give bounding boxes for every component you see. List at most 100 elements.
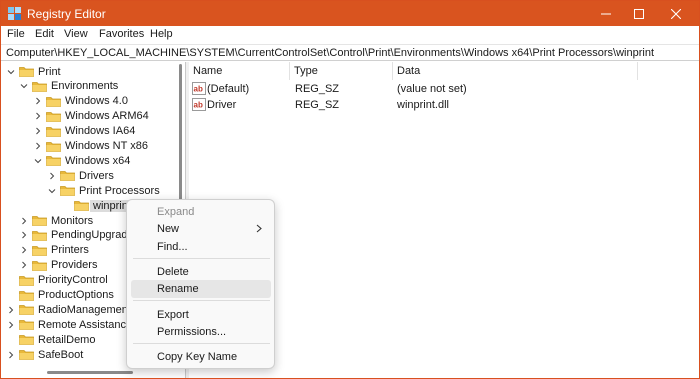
chevron-right-icon[interactable] <box>19 245 29 255</box>
chevron-down-icon[interactable] <box>19 81 29 91</box>
folder-icon <box>32 260 47 271</box>
chevron-right-icon[interactable] <box>33 111 43 121</box>
tree-item[interactable]: Monitors <box>19 213 93 228</box>
menu-item-label: New <box>157 223 180 235</box>
tree-item[interactable]: Providers <box>19 258 97 273</box>
tree-item[interactable]: Windows IA64 <box>33 124 135 139</box>
folder-icon <box>60 186 75 197</box>
column-type[interactable]: Type <box>290 62 393 80</box>
menu-bar: File Edit View Favorites Help <box>1 26 699 44</box>
tree-item[interactable]: Printers <box>19 243 89 258</box>
chevron-right-icon[interactable] <box>6 305 16 315</box>
value-data: winprint.dll <box>397 99 449 111</box>
folder-icon <box>19 67 34 77</box>
tree-item[interactable]: Remote Assistance <box>6 317 132 332</box>
tree-item-label: PriorityControl <box>38 274 108 287</box>
chevron-right-icon[interactable] <box>6 350 16 360</box>
tree-item[interactable]: RetailDemo <box>6 332 95 347</box>
menu-edit[interactable]: Edit <box>35 28 54 40</box>
list-row[interactable]: ab (Default) REG_SZ (value not set) <box>189 81 639 97</box>
menu-help[interactable]: Help <box>150 28 173 40</box>
chevron-down-icon[interactable] <box>6 67 16 77</box>
menu-item-rename[interactable]: Rename <box>131 280 271 298</box>
tree-item[interactable]: SafeBoot <box>6 347 83 362</box>
tree-item[interactable]: Windows 4.0 <box>33 94 128 109</box>
folder-icon <box>32 81 47 92</box>
tree-item-label: SafeBoot <box>38 348 84 361</box>
tree-item[interactable]: Environments <box>19 79 118 94</box>
address-path[interactable]: Computer\HKEY_LOCAL_MACHINE\SYSTEM\Curre… <box>6 47 654 59</box>
chevron-right-icon[interactable] <box>6 320 16 330</box>
folder-icon <box>46 141 61 152</box>
menu-separator <box>133 258 270 259</box>
chevron-right-icon[interactable] <box>19 230 29 240</box>
close-button[interactable] <box>653 1 699 26</box>
tree-item[interactable]: ProductOptions <box>6 288 114 303</box>
string-value-icon: ab <box>192 82 206 95</box>
menu-item-delete[interactable]: Delete <box>131 263 271 281</box>
menu-item-label: Expand <box>157 206 195 218</box>
tree-item-label: Windows ARM64 <box>65 110 149 123</box>
menu-item-copy-key-name[interactable]: Copy Key Name <box>131 348 271 366</box>
title-bar[interactable]: Registry Editor <box>1 1 699 26</box>
list-row[interactable]: ab Driver REG_SZ winprint.dll <box>189 97 639 113</box>
folder-icon <box>19 275 34 286</box>
registry-editor-icon <box>8 7 21 20</box>
folder-icon <box>46 96 61 107</box>
chevron-right-icon[interactable] <box>33 141 43 151</box>
menu-file[interactable]: File <box>7 28 25 40</box>
menu-item-label: Rename <box>157 283 199 295</box>
tree-item[interactable]: winprint <box>61 198 134 213</box>
column-data[interactable]: Data <box>393 62 638 80</box>
address-bar[interactable]: Computer\HKEY_LOCAL_MACHINE\SYSTEM\Curre… <box>1 44 699 61</box>
tree-item[interactable]: Windows x64 <box>33 153 130 168</box>
tree-item[interactable]: Windows ARM64 <box>33 109 149 124</box>
menu-item-new[interactable]: New <box>131 220 271 238</box>
tree-item-label: Remote Assistance <box>38 318 133 331</box>
chevron-right-icon[interactable] <box>19 260 29 270</box>
chevron-right-icon[interactable] <box>33 126 43 136</box>
context-menu: Expand New Find... Delete Rename Export … <box>126 199 275 369</box>
svg-text:ab: ab <box>194 101 203 110</box>
menu-favorites[interactable]: Favorites <box>99 28 144 40</box>
scrollbar-thumb[interactable] <box>47 371 133 374</box>
menu-separator <box>133 343 270 344</box>
tree-item[interactable]: RadioManagement <box>6 302 131 317</box>
value-type: REG_SZ <box>295 83 340 95</box>
folder-icon <box>46 111 61 122</box>
tree-item[interactable]: Windows NT x86 <box>33 139 148 154</box>
chevron-down-icon[interactable] <box>33 156 43 166</box>
column-name[interactable]: Name <box>189 62 290 80</box>
folder-icon <box>32 245 47 256</box>
menu-separator <box>133 300 270 301</box>
menu-item-label: Find... <box>157 241 188 253</box>
folder-icon <box>19 305 34 316</box>
tree-item[interactable]: Print <box>6 64 61 79</box>
close-icon <box>671 8 681 19</box>
chevron-down-icon[interactable] <box>47 186 57 196</box>
menu-item-permissions[interactable]: Permissions... <box>131 323 271 341</box>
menu-item-expand[interactable]: Expand <box>131 203 271 221</box>
chevron-right-icon[interactable] <box>19 216 29 226</box>
tree-item[interactable]: Drivers <box>47 168 114 183</box>
menu-view[interactable]: View <box>64 28 88 40</box>
folder-icon <box>74 201 89 211</box>
menu-item-export[interactable]: Export <box>131 306 271 324</box>
folder-icon <box>46 126 61 137</box>
tree-item[interactable]: Print Processors <box>47 183 160 198</box>
tree-item-label: Drivers <box>79 169 114 182</box>
chevron-right-icon[interactable] <box>33 96 43 106</box>
folder-icon <box>32 216 47 226</box>
tree-item-label: RetailDemo <box>38 333 96 346</box>
minimize-icon <box>601 13 611 14</box>
tree-item-label: RadioManagement <box>38 303 131 316</box>
tree-item[interactable]: PriorityControl <box>6 273 108 288</box>
tree-item[interactable]: PendingUpgrades <box>19 228 139 243</box>
chevron-right-icon[interactable] <box>47 171 57 181</box>
svg-text:ab: ab <box>194 85 203 94</box>
folder-icon <box>32 230 47 241</box>
menu-item-find[interactable]: Find... <box>131 238 271 256</box>
tree-item-label: Windows 4.0 <box>65 95 128 108</box>
